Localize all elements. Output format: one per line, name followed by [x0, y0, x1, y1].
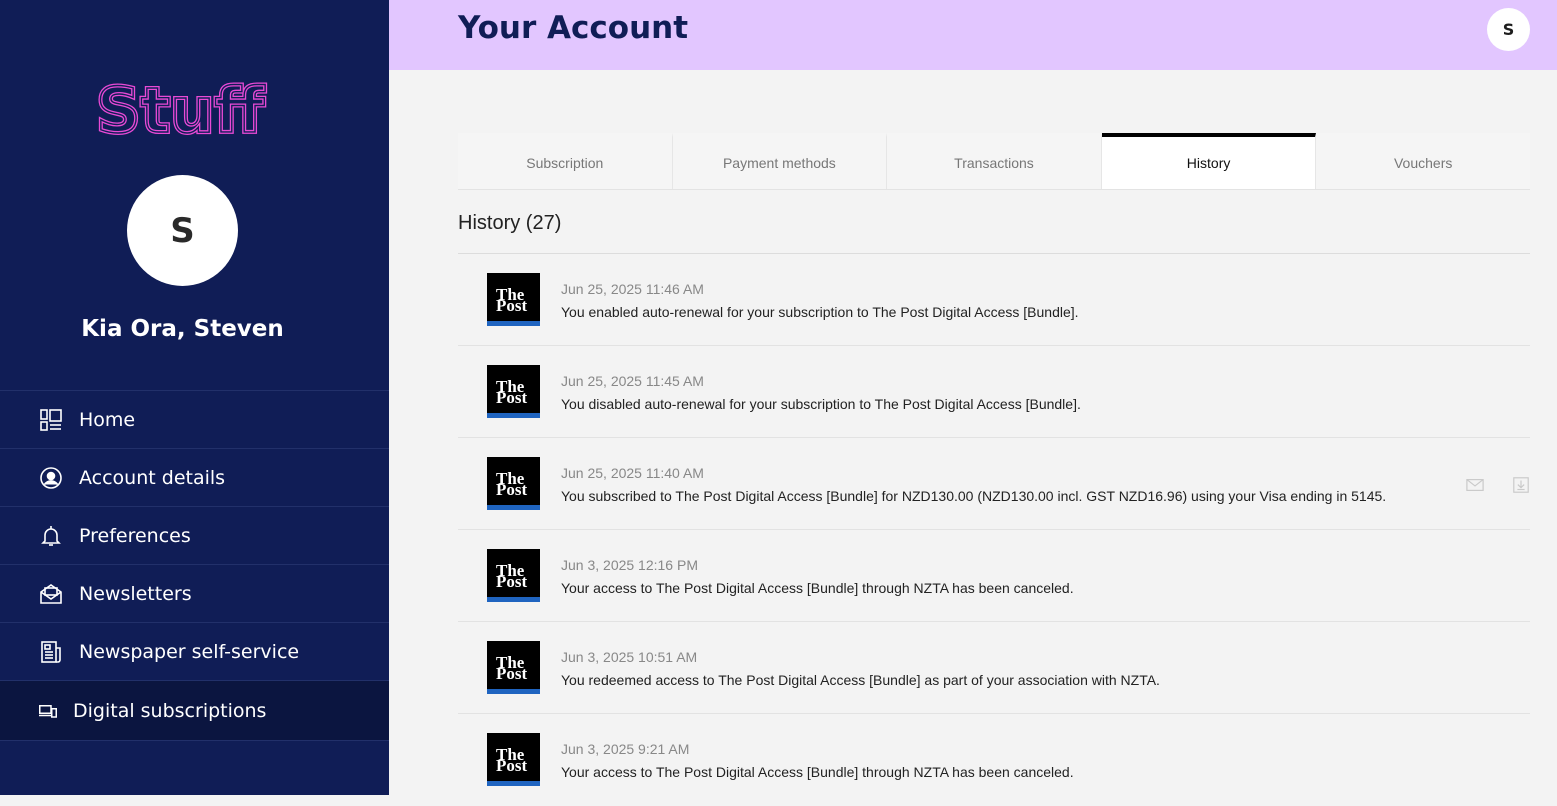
history-heading: History (27) [458, 212, 562, 234]
page-header: Your Account S [389, 0, 1557, 70]
history-date: Jun 25, 2025 11:40 AM [561, 465, 704, 481]
sidebar-item-newsletters[interactable]: Newsletters [0, 564, 389, 622]
email-receipt-icon[interactable] [1466, 476, 1484, 494]
envelope-open-icon [38, 581, 64, 607]
list-item: The Post Jun 25, 2025 11:46 AM You enable… [458, 254, 1530, 346]
history-text: Your access to The Post Digital Access [… [561, 764, 1074, 780]
tab-transactions[interactable]: Transactions [887, 133, 1102, 189]
list-item: The Post Jun 3, 2025 9:21 AM Your access … [458, 714, 1530, 806]
account-tabs: Subscription Payment methods Transaction… [458, 133, 1530, 190]
history-date: Jun 25, 2025 11:46 AM [561, 281, 704, 297]
newspaper-icon [38, 639, 64, 665]
download-receipt-icon[interactable] [1512, 476, 1530, 494]
page-title: Your Account [458, 10, 689, 46]
svg-text:Stuff: Stuff [96, 74, 265, 142]
list-item: The Post Jun 25, 2025 11:40 AM You subscr… [458, 438, 1530, 530]
stuff-logo[interactable]: Stuff Stuff [94, 72, 274, 149]
tab-subscription[interactable]: Subscription [458, 133, 673, 189]
history-text: You disabled auto-renewal for your subsc… [561, 396, 1081, 412]
sidebar-item-home[interactable]: Home [0, 390, 389, 448]
the-post-logo: The Post [487, 273, 540, 326]
the-post-logo: The Post [487, 733, 540, 786]
history-date: Jun 3, 2025 10:51 AM [561, 649, 698, 665]
the-post-logo: The Post [487, 457, 540, 510]
tab-payment-methods[interactable]: Payment methods [673, 133, 888, 189]
history-text: You redeemed access to The Post Digital … [561, 672, 1160, 688]
history-text: Your access to The Post Digital Access [… [561, 580, 1074, 596]
sidebar: Stuff Stuff S Kia Ora, Steven Home Accou… [0, 0, 389, 795]
profile-avatar: S [127, 175, 238, 286]
tab-history[interactable]: History [1101, 133, 1317, 189]
list-item: The Post Jun 25, 2025 11:45 AM You disabl… [458, 346, 1530, 438]
devices-icon [38, 698, 58, 724]
history-text: You enabled auto-renewal for your subscr… [561, 304, 1079, 320]
sidebar-nav: Home Account details Preferences Newslet… [0, 390, 389, 741]
sidebar-item-label: Account details [79, 466, 226, 489]
history-date: Jun 3, 2025 9:21 AM [561, 741, 690, 757]
sidebar-item-label: Newsletters [79, 582, 192, 605]
bell-icon [38, 523, 64, 549]
history-date: Jun 3, 2025 12:16 PM [561, 557, 698, 573]
sidebar-item-label: Preferences [79, 524, 191, 547]
sidebar-item-newspaper-self-service[interactable]: Newspaper self-service [0, 622, 389, 680]
the-post-logo: The Post [487, 641, 540, 694]
sidebar-item-account-details[interactable]: Account details [0, 448, 389, 506]
sidebar-item-label: Newspaper self-service [79, 640, 300, 663]
user-circle-icon [38, 465, 64, 491]
sidebar-item-preferences[interactable]: Preferences [0, 506, 389, 564]
greeting: Kia Ora, Steven [81, 316, 284, 342]
home-layout-icon [38, 407, 64, 433]
list-item: The Post Jun 3, 2025 10:51 AM You redeeme… [458, 622, 1530, 714]
history-text: You subscribed to The Post Digital Acces… [561, 488, 1387, 504]
user-avatar-button[interactable]: S [1487, 8, 1530, 51]
row-actions [1438, 476, 1530, 494]
tab-vouchers[interactable]: Vouchers [1316, 133, 1530, 189]
sidebar-item-label: Digital subscriptions [73, 699, 267, 722]
list-item: The Post Jun 3, 2025 12:16 PM Your access… [458, 530, 1530, 622]
the-post-logo: The Post [487, 365, 540, 418]
the-post-logo: The Post [487, 549, 540, 602]
history-list: The Post Jun 25, 2025 11:46 AM You enable… [458, 253, 1530, 806]
history-date: Jun 25, 2025 11:45 AM [561, 373, 704, 389]
sidebar-item-label: Home [79, 408, 136, 431]
sidebar-item-digital-subscriptions[interactable]: Digital subscriptions [0, 680, 389, 741]
